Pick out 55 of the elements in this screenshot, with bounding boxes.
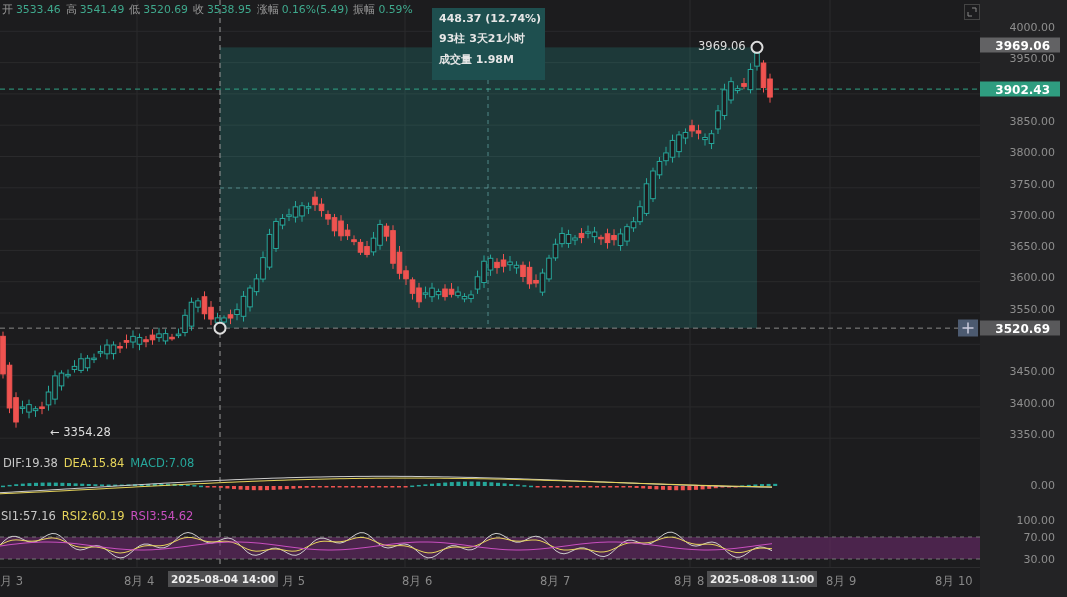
time-label: 8月 6 [402,574,433,589]
price-tick: 3950.00 [1009,53,1055,66]
macd-tick: 0.00 [1030,480,1055,492]
price-tick: 4000.00 [1009,22,1055,34]
ohlc-value: 3520.69 [143,3,188,16]
price-tick: 3400.00 [1009,397,1055,410]
high-marker-icon [750,40,764,54]
rsi-tick: 100.00 [1016,515,1055,527]
ohlc-label: 低 [129,3,141,16]
rsi-value: RSI3:54.62 [130,509,194,523]
ohlc-label: 振幅 [353,3,376,16]
macd-value: DEA:15.84 [63,456,125,470]
low-marker-icon [213,321,227,335]
macd-value: DIF:19.38 [3,456,58,470]
price-tick: 3800.00 [1009,147,1055,160]
ohlc-value: 0.59% [378,3,413,16]
price-badge: 3902.43 [980,81,1060,97]
time-badge: 2025-08-08 11:00 [707,571,818,587]
rsi-tick: 30.00 [1023,553,1055,566]
time-label: 8月 4 [124,574,155,589]
measure-text: 448.37 (12.74%) [439,12,538,25]
ohlc-value: 3533.46 [16,3,61,16]
time-label: 8月 9 [826,574,857,589]
measure-text: 成交量 1.98M [439,52,515,67]
ohlc-label: 收 [192,3,204,16]
price-tick: 3600.00 [1009,272,1055,285]
time-label: 月 5 [282,574,305,589]
ohlc-value: 3541.49 [79,3,125,16]
macd-value: MACD:7.08 [130,456,195,470]
price-badge: 3969.06 [980,37,1060,53]
ohlc-label: 涨幅 [256,3,279,16]
ohlc-label: 开 [2,3,13,16]
time-label: 8月 10 [935,574,973,589]
rsi-tick: 70.00 [1023,531,1055,544]
high-price-label: 3969.06 [698,39,746,54]
ohlc-value: 0.16%(5.49) [281,3,349,16]
ohlc-value: 3538.95 [206,3,252,16]
price-tick: 3550.00 [1009,303,1055,316]
price-badge: 3520.69 [980,320,1060,336]
price-tick: 3850.00 [1009,115,1055,128]
rsi-value: RSI2:60.19 [61,509,125,523]
low-price-label: ← 3354.28 [50,425,111,440]
price-tick: 3350.00 [1009,429,1055,441]
time-label: 8月 8 [674,574,705,589]
measure-text: 93柱 3天21小时 [439,31,527,46]
price-tick: 3700.00 [1009,209,1055,222]
time-label: 8月 7 [540,574,571,589]
ohlc-label: 高 [65,3,77,16]
price-tick: 3450.00 [1009,366,1055,379]
price-tick: 3650.00 [1009,241,1055,254]
time-label: 月 3 [0,574,23,589]
rsi-value: SI1:57.16 [1,509,56,523]
price-tick: 3750.00 [1009,178,1055,191]
plus-icon[interactable] [958,319,978,337]
time-badge: 2025-08-04 14:00 [168,571,279,587]
